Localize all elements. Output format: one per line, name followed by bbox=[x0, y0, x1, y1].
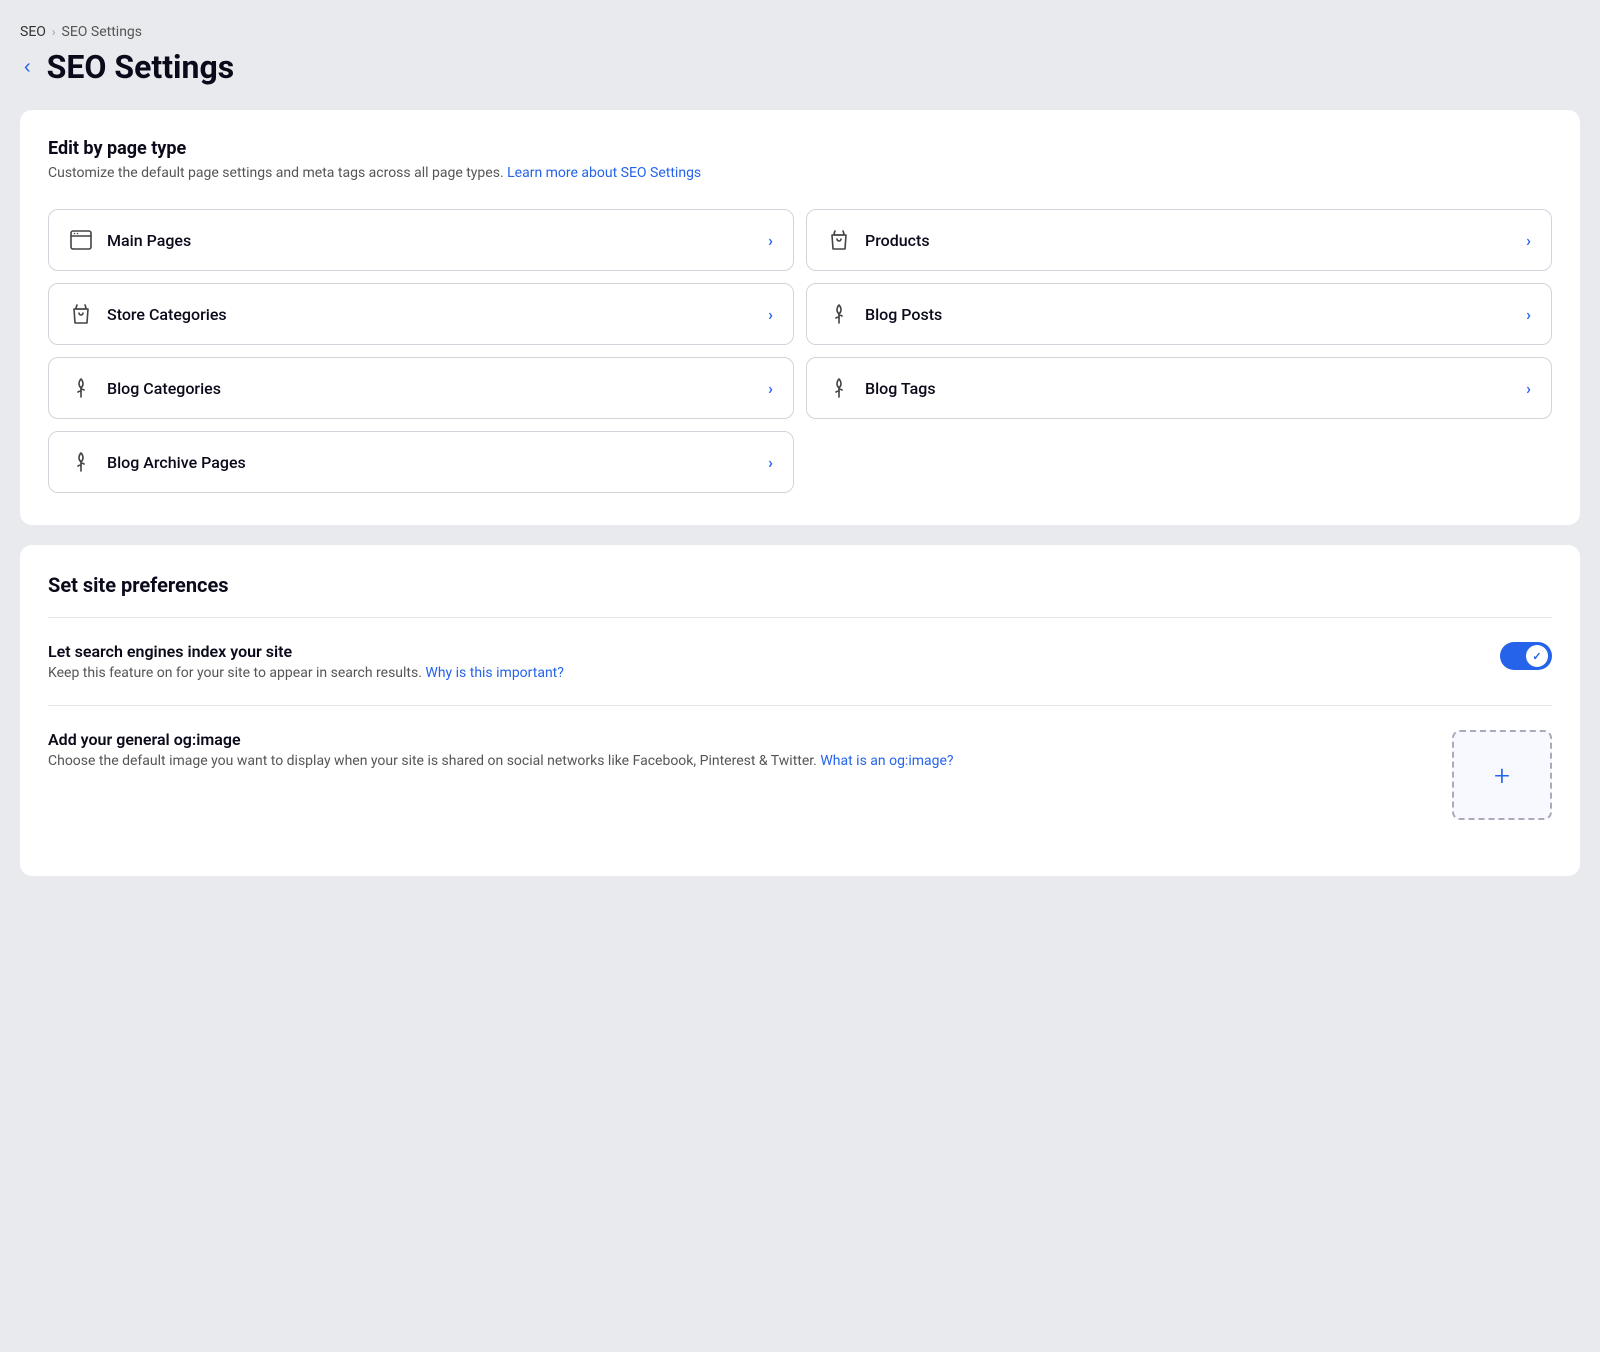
og-image-upload[interactable]: + bbox=[1452, 730, 1552, 820]
page-type-blog-tags[interactable]: Blog Tags › bbox=[806, 357, 1552, 419]
og-image-desc: Choose the default image you want to dis… bbox=[48, 753, 1428, 769]
edit-by-page-type-card: Edit by page type Customize the default … bbox=[20, 110, 1580, 525]
search-index-toggle[interactable]: ✓ bbox=[1500, 642, 1552, 670]
blog-posts-label: Blog Posts bbox=[865, 305, 942, 324]
blog-tags-label: Blog Tags bbox=[865, 379, 936, 398]
blog-tags-icon bbox=[827, 376, 851, 400]
blog-categories-label: Blog Categories bbox=[107, 379, 221, 398]
blog-archive-chevron: › bbox=[768, 453, 773, 472]
blog-posts-chevron: › bbox=[1526, 305, 1531, 324]
blog-categories-chevron: › bbox=[768, 379, 773, 398]
store-categories-icon bbox=[69, 302, 93, 326]
preferences-section-title: Set site preferences bbox=[48, 573, 1552, 597]
page-type-main-pages[interactable]: Main Pages › bbox=[48, 209, 794, 271]
back-button[interactable]: ‹ bbox=[20, 53, 35, 81]
edit-section-desc: Customize the default page settings and … bbox=[48, 165, 1552, 181]
edit-section-title: Edit by page type bbox=[48, 138, 1552, 159]
products-chevron: › bbox=[1526, 231, 1531, 250]
products-label: Products bbox=[865, 231, 930, 250]
learn-more-link[interactable]: Learn more about SEO Settings bbox=[507, 165, 701, 181]
plus-icon: + bbox=[1494, 759, 1510, 792]
page-title: SEO Settings bbox=[47, 48, 234, 86]
page-type-store-categories[interactable]: Store Categories › bbox=[48, 283, 794, 345]
og-image-row: Add your general og:image Choose the def… bbox=[48, 705, 1552, 844]
breadcrumb-parent[interactable]: SEO bbox=[20, 24, 46, 40]
search-index-desc: Keep this feature on for your site to ap… bbox=[48, 665, 1476, 681]
blog-archive-icon bbox=[69, 450, 93, 474]
store-categories-label: Store Categories bbox=[107, 305, 227, 324]
page-type-blog-categories[interactable]: Blog Categories › bbox=[48, 357, 794, 419]
products-icon bbox=[827, 228, 851, 252]
breadcrumb: SEO › SEO Settings bbox=[20, 24, 1580, 40]
preferences-card: Set site preferences Let search engines … bbox=[20, 545, 1580, 876]
breadcrumb-separator: › bbox=[52, 25, 56, 39]
og-image-title: Add your general og:image bbox=[48, 730, 1428, 749]
toggle-check-icon: ✓ bbox=[1532, 650, 1541, 663]
search-index-title: Let search engines index your site bbox=[48, 642, 1476, 661]
store-categories-chevron: › bbox=[768, 305, 773, 324]
page-header: ‹ SEO Settings bbox=[20, 48, 1580, 86]
page-type-products[interactable]: Products › bbox=[806, 209, 1552, 271]
main-pages-chevron: › bbox=[768, 231, 773, 250]
blog-posts-icon bbox=[827, 302, 851, 326]
page-type-blog-posts[interactable]: Blog Posts › bbox=[806, 283, 1552, 345]
page-type-grid: Main Pages › Products › bbox=[48, 209, 1552, 493]
blog-archive-label: Blog Archive Pages bbox=[107, 453, 246, 472]
search-index-row: Let search engines index your site Keep … bbox=[48, 617, 1552, 705]
main-pages-label: Main Pages bbox=[107, 231, 191, 250]
blog-tags-chevron: › bbox=[1526, 379, 1531, 398]
search-index-link[interactable]: Why is this important? bbox=[425, 665, 563, 681]
browser-icon bbox=[69, 228, 93, 252]
blog-categories-icon bbox=[69, 376, 93, 400]
breadcrumb-current: SEO Settings bbox=[62, 24, 143, 40]
og-image-link[interactable]: What is an og:image? bbox=[820, 753, 953, 769]
page-type-blog-archive[interactable]: Blog Archive Pages › bbox=[48, 431, 794, 493]
